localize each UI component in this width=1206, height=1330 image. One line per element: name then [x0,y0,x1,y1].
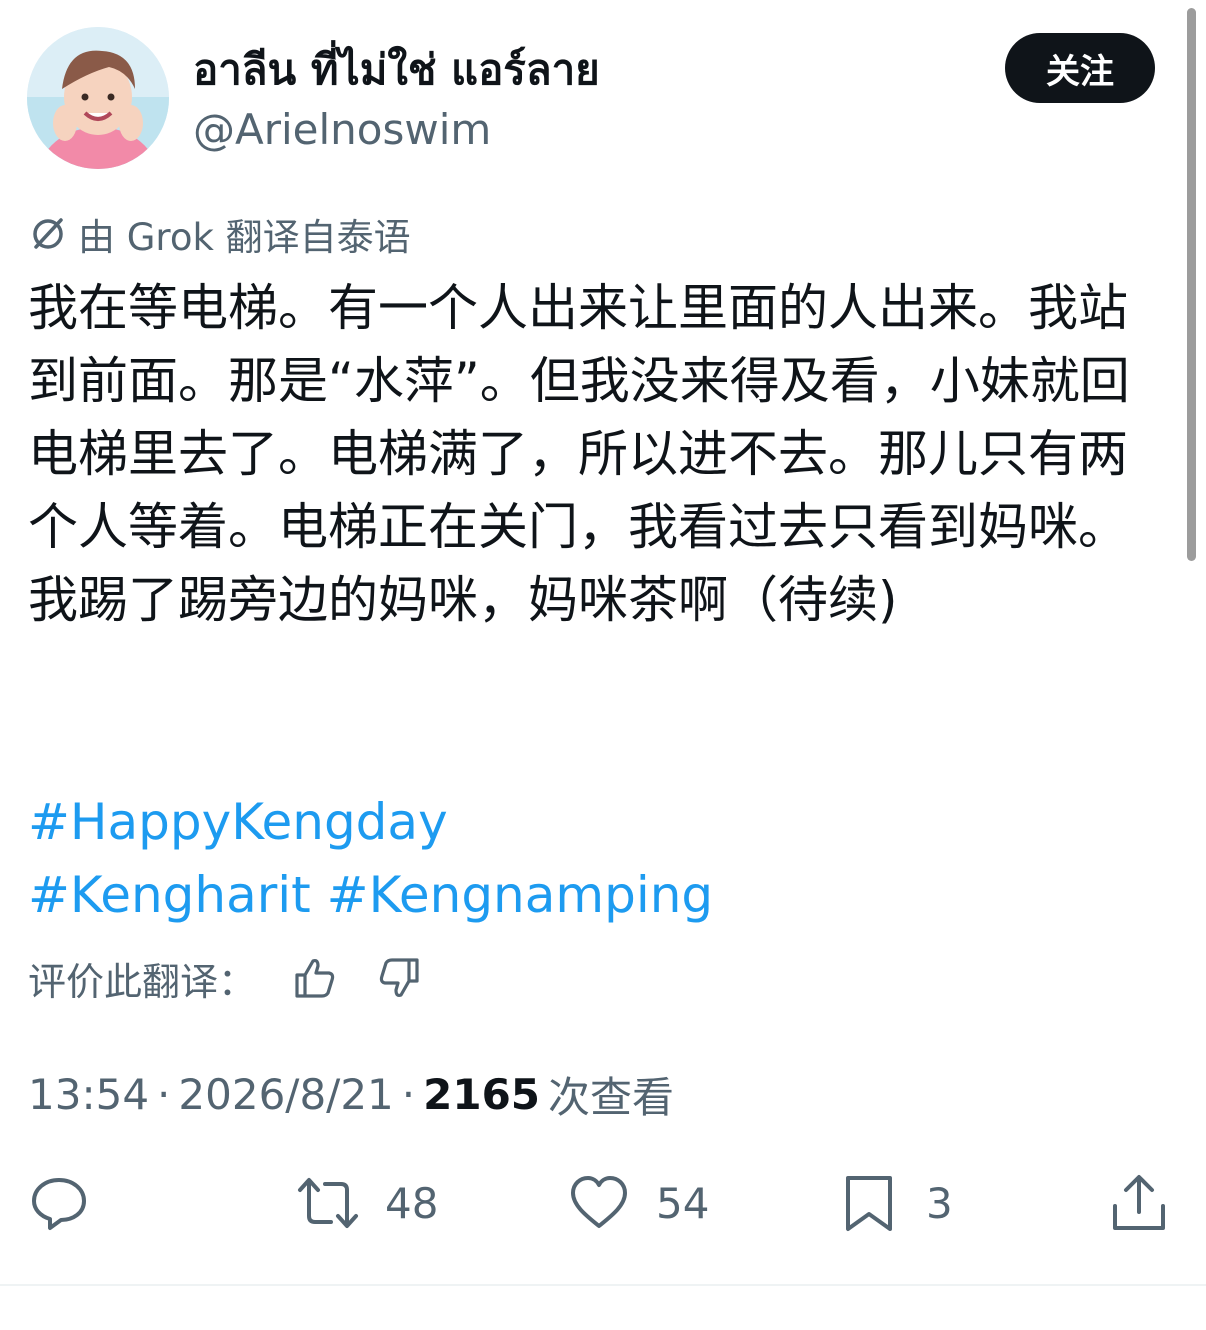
share-icon [1113,1175,1165,1230]
tweet-time[interactable]: 13:54 [28,1070,149,1119]
author-display-name[interactable]: อาลีน ที่ไม่ใช่ แอร์ลาย [193,42,600,98]
hashtags: #HappyKengday #Kengharit #Kengnamping [28,786,713,932]
avatar[interactable] [27,27,169,169]
like-count: 54 [656,1178,710,1228]
reply-icon [32,1178,86,1230]
thumbs-down-button[interactable] [374,953,424,1003]
scrollbar[interactable] [1187,8,1196,561]
tweet-date[interactable]: 2026/8/21 [178,1070,393,1119]
tweet-detail: อาลีน ที่ไม่ใช่ แอร์ลาย @Arielnoswim 关注 … [0,0,1206,1330]
tweet-text: 我在等电梯。有一个人出来让里面的人出来。我站到前面。那是“水萍”。但我没来得及看… [28,272,1168,637]
meta-separator: · [157,1069,171,1119]
translation-note: 由 Grok 翻译自泰语 [28,208,411,260]
retweet-count: 48 [385,1178,439,1228]
thumbs-up-button[interactable] [290,953,340,1003]
hashtag-link[interactable]: #HappyKengday [28,793,448,851]
hashtag-link[interactable]: #Kengnamping [327,866,713,924]
views-count: 2165 [423,1069,541,1119]
grok-icon [33,218,63,249]
follow-button[interactable]: 关注 [1005,33,1155,103]
author-handle[interactable]: @Arielnoswim [193,102,491,158]
bookmark-count: 3 [926,1178,953,1228]
translation-note-text: 由 Grok 翻译自泰语 [78,216,411,259]
retweet-icon [298,1178,358,1228]
retweet-button[interactable]: 48 [297,1168,438,1238]
heart-icon [571,1176,627,1228]
rate-translation: 评价此翻译： [28,950,424,1006]
person-avatar-icon [27,27,169,169]
tweet-meta: 13:54 · 2026/8/21 · 2165 次查看 [28,1064,674,1124]
views-label: 次查看 [548,1072,675,1122]
thumbs-up-icon [295,958,335,998]
bookmark-button[interactable]: 3 [838,1168,953,1238]
tweet-body: 我在等电梯。有一个人出来让里面的人出来。我站到前面。那是“水萍”。但我没来得及看… [28,279,1130,629]
divider [0,1284,1206,1286]
hashtag-link[interactable]: #Kengharit [28,866,311,924]
bookmark-icon [846,1176,892,1231]
meta-separator: · [401,1069,416,1119]
share-button[interactable] [1108,1168,1170,1238]
thumbs-down-icon [379,958,419,998]
like-button[interactable]: 54 [568,1168,709,1238]
rate-translation-label: 评价此翻译： [28,959,257,1004]
reply-button[interactable] [28,1168,90,1238]
action-bar: 48 54 3 [0,1168,1206,1238]
